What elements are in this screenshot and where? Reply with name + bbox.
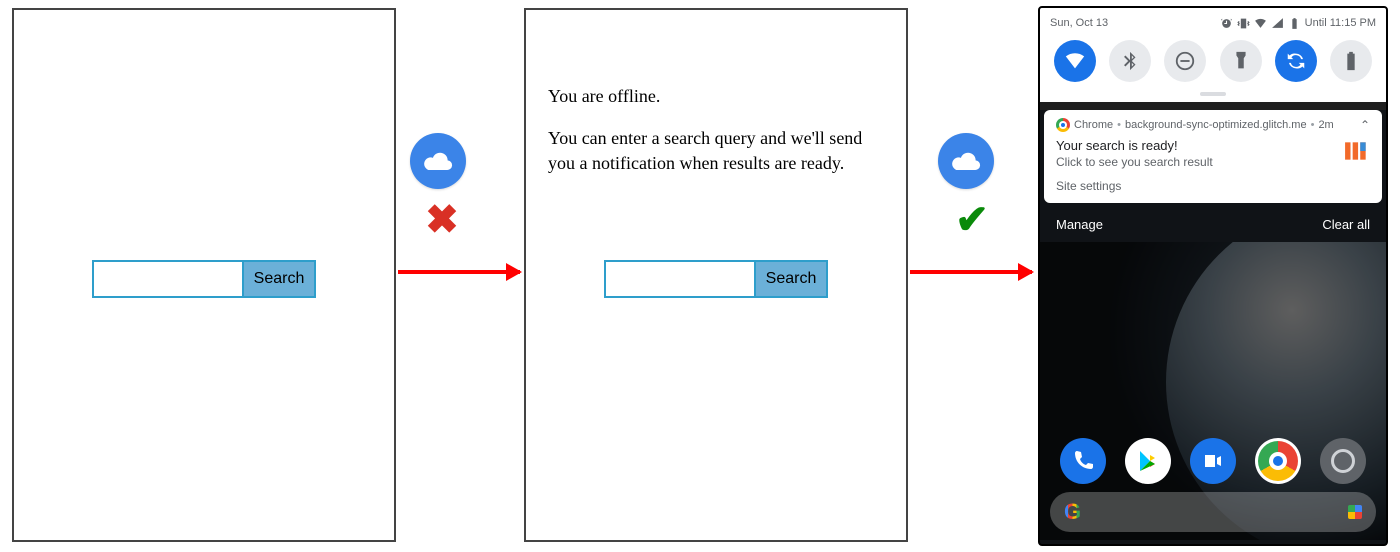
manage-button[interactable]: Manage xyxy=(1056,217,1103,232)
home-screen: G xyxy=(1040,242,1386,540)
app-duo[interactable] xyxy=(1190,438,1236,484)
quick-settings-panel: Sun, Oct 13 Until 11:15 PM xyxy=(1040,8,1386,102)
status-date: Sun, Oct 13 xyxy=(1050,17,1108,29)
quick-toggles xyxy=(1050,38,1376,86)
offline-heading: You are offline. xyxy=(548,84,884,108)
notification-title: Your search is ready! xyxy=(1056,138,1370,153)
wifi-icon xyxy=(1254,17,1267,30)
vibrate-icon xyxy=(1237,17,1250,30)
google-search-bar[interactable]: G xyxy=(1050,492,1376,532)
google-g-icon: G xyxy=(1064,499,1081,525)
app-phone[interactable] xyxy=(1060,438,1106,484)
search-form: Search xyxy=(604,260,828,298)
toggle-wifi[interactable] xyxy=(1054,40,1096,82)
clear-all-button[interactable]: Clear all xyxy=(1322,217,1370,232)
shade-actions: Manage Clear all xyxy=(1040,203,1386,242)
status-right-icons: Until 11:15 PM xyxy=(1220,17,1376,30)
panel-offline-before: Search xyxy=(12,8,396,542)
search-button[interactable]: Search xyxy=(242,262,314,296)
app-camera[interactable] xyxy=(1320,438,1366,484)
drag-handle-icon[interactable] xyxy=(1200,92,1226,96)
toggle-bluetooth[interactable] xyxy=(1109,40,1151,82)
notification-age: 2m xyxy=(1318,119,1333,131)
cloud-icon xyxy=(410,133,466,189)
search-input[interactable] xyxy=(94,262,242,296)
assistant-icon[interactable] xyxy=(1348,505,1362,519)
arrow-icon xyxy=(910,270,1032,274)
notification-app: Chrome xyxy=(1074,119,1113,131)
notification-card[interactable]: Chrome • background-sync-optimized.glitc… xyxy=(1044,110,1382,203)
dock xyxy=(1040,438,1386,484)
notification-site-settings[interactable]: Site settings xyxy=(1056,179,1370,193)
search-input[interactable] xyxy=(606,262,754,296)
signal-icon xyxy=(1271,17,1284,30)
notification-body: Click to see you search result xyxy=(1056,155,1370,169)
offline-body: You can enter a search query and we'll s… xyxy=(548,126,884,175)
check-icon: ✔ xyxy=(950,198,994,242)
app-play-store[interactable] xyxy=(1125,438,1171,484)
offline-message: You are offline. You can enter a search … xyxy=(548,84,884,193)
app-chrome[interactable] xyxy=(1255,438,1301,484)
panel-android-notification: Sun, Oct 13 Until 11:15 PM xyxy=(1038,6,1388,546)
battery-icon xyxy=(1288,17,1301,30)
arrow-icon xyxy=(398,270,520,274)
cloud-icon xyxy=(938,133,994,189)
notification-header: Chrome • background-sync-optimized.glitc… xyxy=(1056,118,1370,132)
alarm-icon xyxy=(1220,17,1233,30)
chevron-up-icon[interactable]: ⌃ xyxy=(1360,118,1370,132)
toggle-dnd[interactable] xyxy=(1164,40,1206,82)
toggle-flashlight[interactable] xyxy=(1220,40,1262,82)
search-form: Search xyxy=(92,260,316,298)
toggle-battery-saver[interactable] xyxy=(1330,40,1372,82)
status-bar: Sun, Oct 13 Until 11:15 PM xyxy=(1050,14,1376,32)
toggle-autorotate[interactable] xyxy=(1275,40,1317,82)
search-button[interactable]: Search xyxy=(754,262,826,296)
panel-offline-message: You are offline. You can enter a search … xyxy=(524,8,908,542)
cross-icon: ✖ xyxy=(420,198,464,242)
app-badge-icon xyxy=(1344,138,1370,164)
notification-origin: background-sync-optimized.glitch.me xyxy=(1125,119,1307,131)
status-until: Until 11:15 PM xyxy=(1305,17,1376,29)
chrome-icon xyxy=(1056,118,1070,132)
